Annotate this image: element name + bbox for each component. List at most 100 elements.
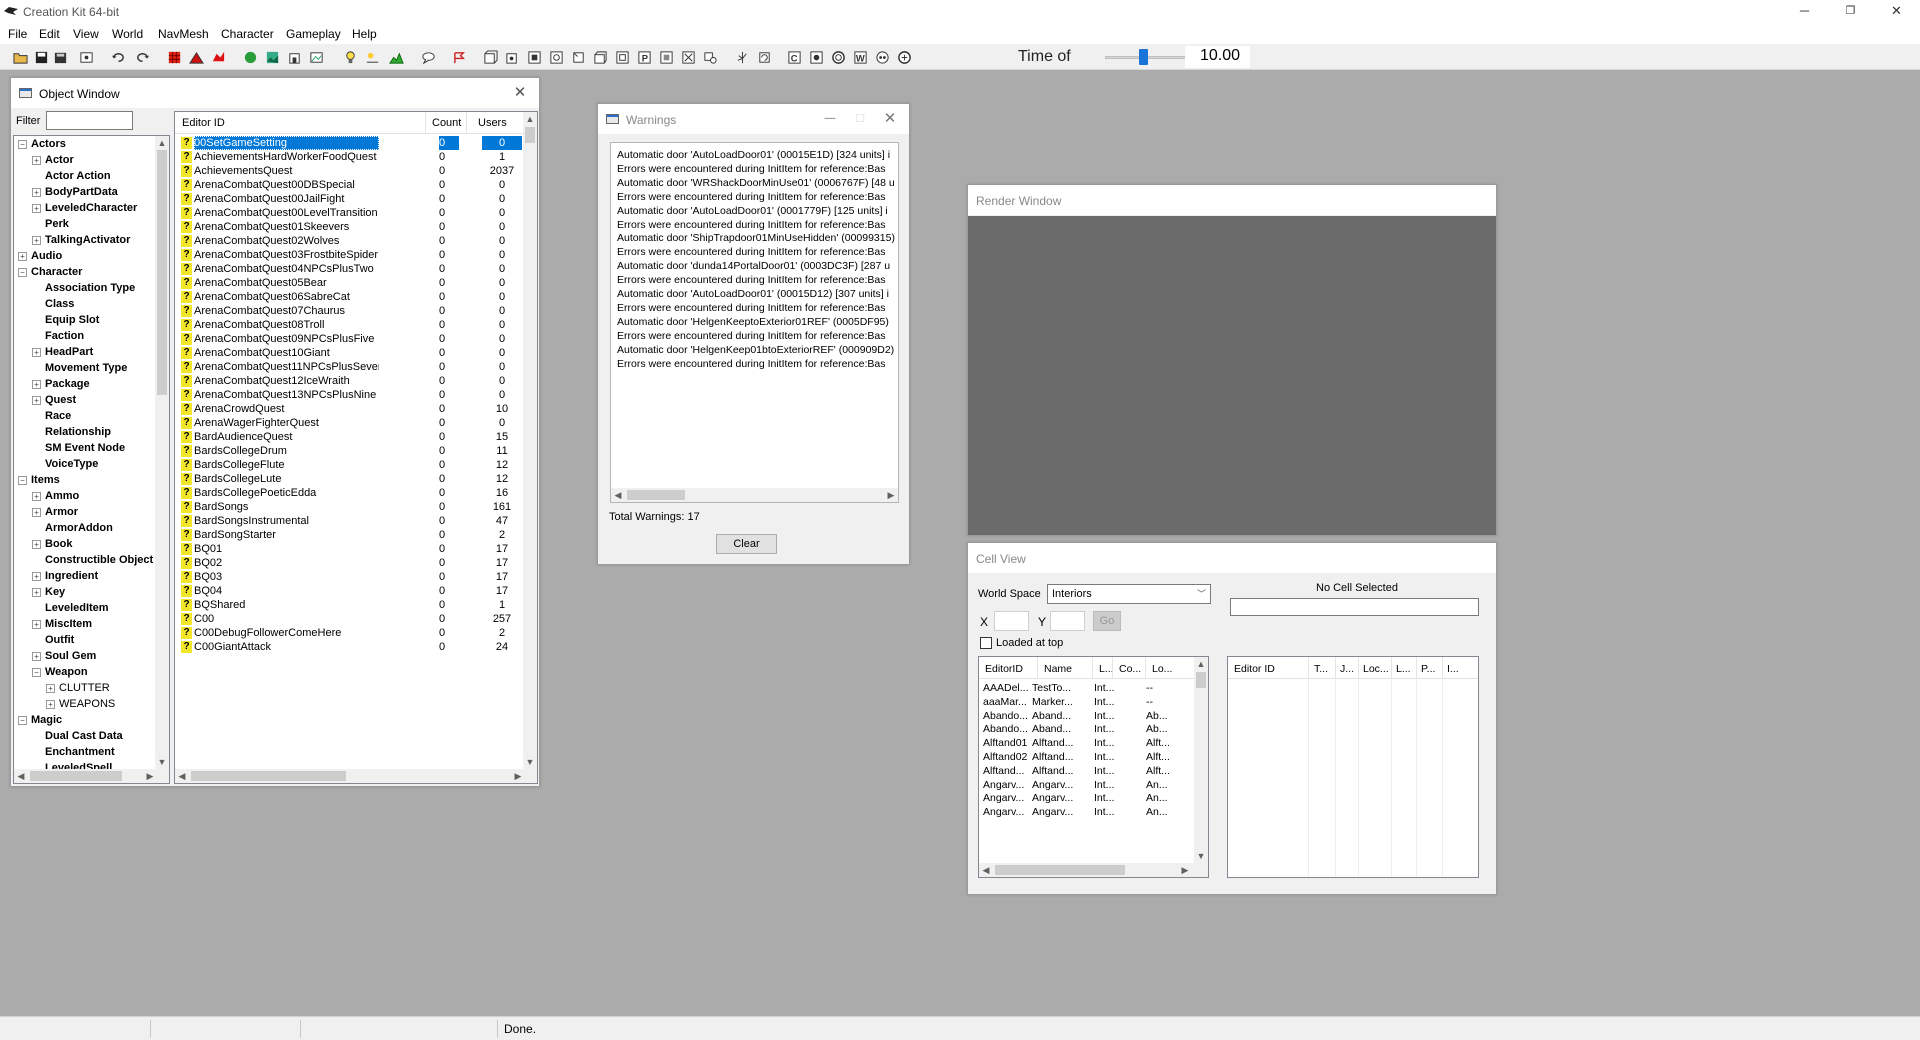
table-row[interactable]: ? BQ01 0 17: [177, 542, 522, 556]
column-count[interactable]: Count: [432, 117, 461, 129]
warning-line[interactable]: Automatic door 'AutoLoadDoor01' (00015D1…: [617, 287, 889, 301]
collapse-icon[interactable]: −: [18, 268, 27, 277]
column-editor-id[interactable]: Editor ID: [1234, 663, 1275, 675]
table-row[interactable]: ? ArenaCombatQuest04NPCsPlusTwo 0 0: [177, 262, 522, 276]
collapse-icon[interactable]: −: [18, 476, 27, 485]
time-of-day-slider[interactable]: [1103, 48, 1198, 68]
expand-icon[interactable]: +: [32, 236, 41, 245]
cell-row[interactable]: Angarv... Angarv... Int... An...: [983, 805, 1188, 819]
scroll-thumb[interactable]: [1196, 672, 1206, 688]
tree-item[interactable]: + WEAPONS: [46, 697, 115, 713]
expand-icon[interactable]: +: [32, 540, 41, 549]
scroll-up-arrow[interactable]: ▲: [155, 136, 169, 150]
scroll-right-arrow[interactable]: ▶: [511, 769, 525, 783]
reference-list[interactable]: Editor ID T... J... Loc... L... P... I..…: [1227, 656, 1479, 878]
warning-line[interactable]: Automatic door 'dunda14PortalDoor01' (00…: [617, 259, 890, 273]
restore-button[interactable]: ❐: [1828, 0, 1873, 24]
scroll-right-arrow[interactable]: ▶: [884, 488, 898, 502]
scroll-down-arrow[interactable]: ▼: [523, 755, 537, 769]
lightbulb-icon[interactable]: [342, 49, 358, 65]
tree-item[interactable]: + Ammo: [32, 489, 79, 505]
close-icon[interactable]: ✕: [877, 107, 903, 131]
warnings-list[interactable]: Automatic door 'AutoLoadDoor01' (00015E1…: [610, 142, 899, 503]
expand-icon[interactable]: +: [32, 380, 41, 389]
speech-bubble-icon[interactable]: [420, 49, 436, 65]
expand-icon[interactable]: +: [32, 492, 41, 501]
tree-item[interactable]: Outfit: [32, 633, 74, 649]
menu-character[interactable]: Character: [221, 27, 274, 41]
clear-button[interactable]: Clear: [716, 534, 777, 554]
tree-item[interactable]: + Quest: [32, 393, 76, 409]
box11-icon[interactable]: [702, 49, 718, 65]
column-p[interactable]: P...: [1421, 663, 1435, 675]
tree-item[interactable]: + Key: [32, 585, 65, 601]
cell-row[interactable]: Angarv... Angarv... Int... An...: [983, 778, 1188, 792]
scroll-thumb[interactable]: [30, 771, 122, 781]
expand-icon[interactable]: +: [32, 572, 41, 581]
scroll-thumb[interactable]: [157, 150, 167, 395]
render-window-titlebar[interactable]: Render Window: [968, 185, 1496, 215]
table-row[interactable]: ? ArenaCombatQuest00LevelTransition 0 0: [177, 206, 522, 220]
column-t[interactable]: T...: [1314, 663, 1328, 675]
tree-item[interactable]: + Ingredient: [32, 569, 98, 585]
minimize-icon[interactable]: ─: [817, 107, 843, 131]
box7-icon[interactable]: [614, 49, 630, 65]
eye-icon[interactable]: [874, 49, 890, 65]
y-coordinate-input[interactable]: [1050, 611, 1085, 631]
close-button[interactable]: ✕: [1874, 0, 1919, 24]
loaded-at-top-checkbox[interactable]: [980, 637, 992, 649]
cell-name-field[interactable]: [1230, 598, 1479, 616]
cell-row[interactable]: Alftand02 Alftand... Int... Alft...: [983, 750, 1188, 764]
sky-icon[interactable]: [364, 49, 380, 65]
warnings-titlebar[interactable]: Warnings ─ ☐ ✕: [598, 104, 909, 134]
table-row[interactable]: ? C00DebugFollowerComeHere 0 2: [177, 626, 522, 640]
filter-input[interactable]: [46, 111, 133, 130]
tree-item[interactable]: Faction: [32, 329, 84, 345]
column-users[interactable]: Users: [478, 117, 507, 129]
menu-navmesh[interactable]: NavMesh: [158, 27, 209, 41]
tree-vertical-scrollbar[interactable]: ▲ ▼: [155, 136, 169, 769]
cell-row[interactable]: Alftand01 Alftand... Int... Alft...: [983, 736, 1188, 750]
save-as-icon[interactable]: [52, 49, 68, 65]
scroll-right-arrow[interactable]: ▶: [1178, 863, 1192, 877]
red-terrain-icon[interactable]: [188, 49, 204, 65]
tree-item[interactable]: Movement Type: [32, 361, 127, 377]
tree-item[interactable]: + MiscItem: [32, 617, 92, 633]
table-row[interactable]: ? ArenaCombatQuest01Skeevers 0 0: [177, 220, 522, 234]
table-row[interactable]: ? ArenaCombatQuest11NPCsPlusSeven 0 0: [177, 360, 522, 374]
tree-item[interactable]: ArmorAddon: [32, 521, 113, 537]
table-row[interactable]: ? ArenaCombatQuest06SabreCat 0 0: [177, 290, 522, 304]
warning-line[interactable]: Errors were encountered during InitItem …: [617, 190, 885, 204]
picture-icon[interactable]: [308, 49, 324, 65]
green-sphere-icon[interactable]: [242, 49, 258, 65]
tree-item[interactable]: Equip Slot: [32, 313, 99, 329]
scroll-down-arrow[interactable]: ▼: [1194, 849, 1208, 863]
menu-edit[interactable]: Edit: [39, 27, 60, 41]
table-row[interactable]: ? ArenaCombatQuest13NPCsPlusNine 0 0: [177, 388, 522, 402]
tree-item[interactable]: + CLUTTER: [46, 681, 110, 697]
box1-icon[interactable]: [482, 49, 498, 65]
scroll-thumb[interactable]: [525, 127, 535, 143]
scroll-left-arrow[interactable]: ◀: [14, 769, 28, 783]
tree-item[interactable]: LeveledItem: [32, 601, 109, 617]
tree-item[interactable]: − Character: [18, 265, 82, 281]
scroll-thumb[interactable]: [191, 771, 346, 781]
expand-icon[interactable]: +: [32, 188, 41, 197]
save-icon[interactable]: [33, 49, 49, 65]
scroll-left-arrow[interactable]: ◀: [979, 863, 993, 877]
rotate-icon[interactable]: [756, 49, 772, 65]
red-flag-icon[interactable]: [210, 49, 226, 65]
table-row[interactable]: ? ArenaCombatQuest05Bear 0 0: [177, 276, 522, 290]
close-icon[interactable]: ✕: [507, 81, 533, 105]
warning-line[interactable]: Errors were encountered during InitItem …: [617, 245, 885, 259]
warning-line[interactable]: Automatic door 'ShipTrapdoor01MinUseHidd…: [617, 231, 895, 245]
tree-item[interactable]: + LeveledCharacter: [32, 201, 137, 217]
scroll-thumb[interactable]: [995, 865, 1125, 875]
expand-icon[interactable]: +: [46, 700, 55, 709]
tree-item[interactable]: − Weapon: [32, 665, 88, 681]
minimize-button[interactable]: ─: [1782, 0, 1827, 24]
expand-icon[interactable]: +: [46, 684, 55, 693]
scroll-thumb[interactable]: [627, 490, 685, 500]
tree-item[interactable]: − Items: [18, 473, 60, 489]
tree-item[interactable]: Class: [32, 297, 74, 313]
